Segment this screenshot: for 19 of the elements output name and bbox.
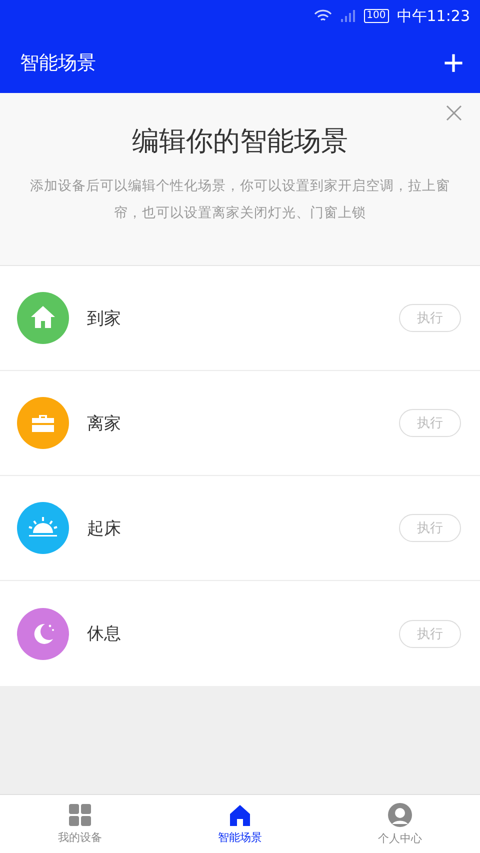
scene-name: 到家 <box>87 308 122 330</box>
signal-icon <box>340 10 356 22</box>
wifi-icon <box>314 9 332 23</box>
tab-item[interactable]: 智能场景 <box>160 795 320 853</box>
close-icon[interactable] <box>446 105 462 121</box>
add-button[interactable]: + <box>436 44 470 80</box>
clock-time: 中午11:23 <box>396 6 470 26</box>
house-icon <box>229 804 251 826</box>
scene-name: 离家 <box>87 412 122 434</box>
banner-description: 添加设备后可以编辑个性化场景，你可以设置到家开启空调，拉上窗帘，也可以设置离家关闭灯光、门窗上锁 <box>30 177 450 223</box>
grid-icon <box>69 804 91 826</box>
tab-item[interactable]: 个人中心 <box>320 795 480 853</box>
scene-name: 休息 <box>87 623 122 645</box>
page-title: 智能场景 <box>20 50 96 76</box>
scene-name: 起床 <box>87 518 122 540</box>
tab-item[interactable]: 我的设备 <box>0 795 160 853</box>
person-icon <box>388 802 412 826</box>
banner-title: 编辑你的智能场景 <box>131 125 349 159</box>
battery-indicator: 100 <box>364 9 389 23</box>
